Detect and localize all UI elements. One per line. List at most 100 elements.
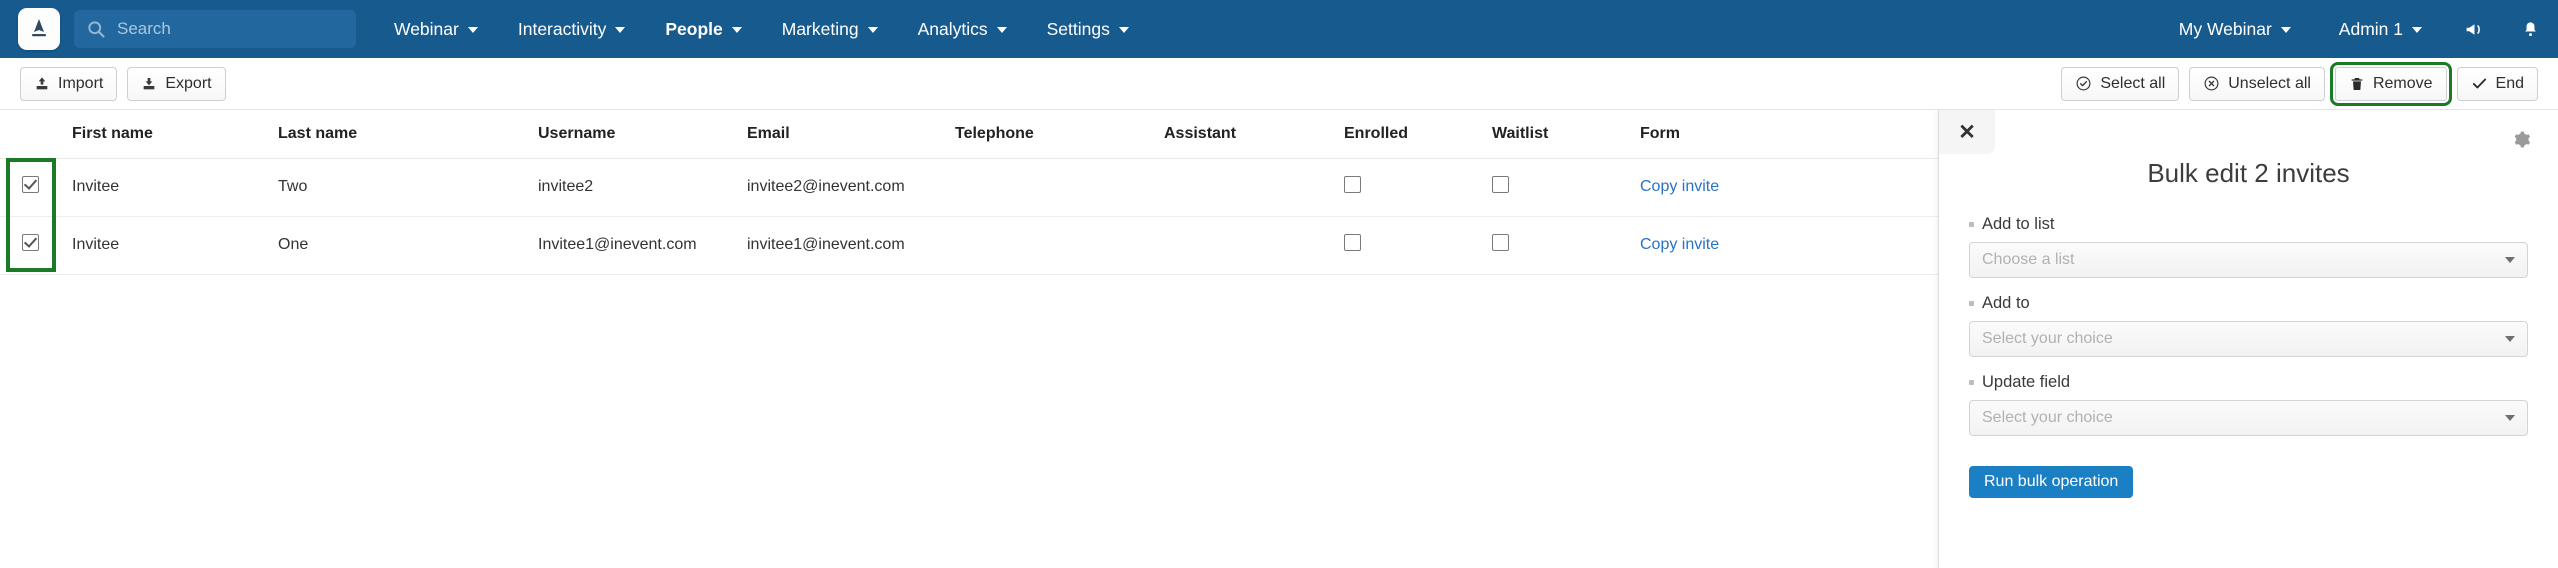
column-header-email[interactable]: Email [747, 110, 955, 159]
field-add-to-list: Add to list Choose a list [1969, 215, 2528, 278]
chevron-down-icon [2505, 336, 2515, 342]
column-header-waitlist[interactable]: Waitlist [1492, 110, 1640, 159]
export-button-label: Export [165, 74, 212, 92]
action-toolbar: Import Export Select all Unselect all Re… [0, 58, 2558, 110]
top-navigation-bar: Webinar Interactivity People Marketing A… [0, 0, 2558, 58]
column-header-enrolled[interactable]: Enrolled [1344, 110, 1492, 159]
trash-icon [2351, 77, 2363, 90]
chevron-down-icon [2505, 257, 2515, 263]
search-input[interactable] [117, 19, 344, 39]
select-all-button[interactable]: Select all [2061, 66, 2180, 101]
column-header-first-name[interactable]: First name [72, 110, 278, 159]
nav-item-analytics[interactable]: Analytics [898, 0, 1027, 58]
end-button-label: End [2495, 74, 2524, 92]
add-to-list-value: Choose a list [1982, 251, 2075, 268]
nav-item-settings[interactable]: Settings [1027, 0, 1149, 58]
cell-waitlist[interactable] [1492, 216, 1640, 275]
nav-label: Settings [1046, 18, 1110, 39]
bullet-icon [1969, 222, 1974, 227]
cell-username: invitee2 [538, 158, 747, 217]
check-circle-icon [2076, 76, 2091, 91]
cell-email: invitee1@inevent.com [747, 216, 955, 275]
chevron-down-icon [615, 27, 626, 33]
panel-title: Bulk edit 2 invites [2147, 158, 2350, 188]
unselect-all-label: Unselect all [2228, 74, 2311, 92]
field-update-field: Update field Select your choice [1969, 373, 2528, 436]
nav-label: Webinar [394, 18, 459, 39]
cell-telephone [955, 158, 1164, 217]
bell-icon[interactable] [2502, 0, 2558, 58]
column-header-assistant[interactable]: Assistant [1164, 110, 1344, 159]
chevron-down-icon [2280, 27, 2291, 33]
enrolled-checkbox[interactable] [1344, 234, 1361, 251]
row-select-cell[interactable] [0, 216, 72, 275]
cell-enrolled[interactable] [1344, 158, 1492, 217]
update-field-label: Update field [1982, 373, 2071, 391]
nav-label: Interactivity [517, 18, 607, 39]
cell-first-name: Invitee [72, 216, 278, 275]
panel-form: Add to list Choose a list Add to Select … [1939, 189, 2558, 498]
unselect-all-button[interactable]: Unselect all [2189, 66, 2325, 101]
chevron-down-icon [467, 27, 478, 33]
nav-item-webinar[interactable]: Webinar [374, 0, 498, 58]
waitlist-checkbox[interactable] [1492, 234, 1509, 251]
search-box[interactable] [74, 10, 356, 48]
update-field-value: Select your choice [1982, 409, 2113, 426]
column-header-select [0, 110, 72, 159]
cell-waitlist[interactable] [1492, 158, 1640, 217]
run-bulk-operation-button[interactable]: Run bulk operation [1969, 466, 2134, 498]
nav-label: Analytics [917, 18, 988, 39]
waitlist-checkbox[interactable] [1492, 176, 1509, 193]
export-button[interactable]: Export [127, 66, 226, 101]
update-field-select[interactable]: Select your choice [1969, 400, 2528, 436]
bullet-icon [1969, 380, 1974, 385]
search-icon [88, 21, 105, 38]
check-icon [2472, 78, 2486, 89]
cell-assistant [1164, 158, 1344, 217]
end-button[interactable]: End [2456, 66, 2538, 101]
cell-last-name: One [278, 216, 538, 275]
cell-first-name: Invitee [72, 158, 278, 217]
cell-email: invitee2@inevent.com [747, 158, 955, 217]
add-to-list-label: Add to list [1982, 215, 2055, 233]
field-label-row: Add to list [1969, 215, 2528, 234]
run-bulk-operation-label: Run bulk operation [1984, 473, 2119, 490]
bulk-edit-panel: ✕ Bulk edit 2 invites Add to list Choose… [1938, 110, 2558, 568]
column-header-telephone[interactable]: Telephone [955, 110, 1164, 159]
row-select-cell[interactable] [0, 158, 72, 217]
enrolled-checkbox[interactable] [1344, 176, 1361, 193]
import-icon [36, 76, 48, 89]
cell-last-name: Two [278, 158, 538, 217]
cell-enrolled[interactable] [1344, 216, 1492, 275]
column-header-last-name[interactable]: Last name [278, 110, 538, 159]
cell-telephone [955, 216, 1164, 275]
gear-icon[interactable] [2504, 122, 2538, 156]
close-icon-glyph: ✕ [1958, 120, 1976, 144]
webinar-selector[interactable]: My Webinar [2155, 0, 2315, 58]
nav-item-people[interactable]: People [645, 0, 761, 58]
webinar-selector-label: My Webinar [2178, 18, 2272, 39]
nav-item-interactivity[interactable]: Interactivity [498, 0, 646, 58]
row-select-checkbox[interactable] [22, 176, 39, 193]
close-icon[interactable]: ✕ [1939, 110, 1995, 154]
nav-item-marketing[interactable]: Marketing [762, 0, 898, 58]
app-logo-icon[interactable] [18, 8, 60, 50]
chevron-down-icon [867, 27, 878, 33]
user-menu-label: Admin 1 [2338, 18, 2403, 39]
remove-button-label: Remove [2372, 74, 2433, 92]
remove-button[interactable]: Remove [2329, 61, 2452, 106]
cell-assistant [1164, 216, 1344, 275]
copy-invite-link[interactable]: Copy invite [1640, 178, 1719, 195]
add-to-select[interactable]: Select your choice [1969, 321, 2528, 357]
select-all-label: Select all [2100, 74, 2166, 92]
add-to-list-select[interactable]: Choose a list [1969, 242, 2528, 278]
user-menu[interactable]: Admin 1 [2315, 0, 2446, 58]
import-button[interactable]: Import [20, 66, 118, 101]
megaphone-icon[interactable] [2446, 0, 2502, 58]
chevron-down-icon [996, 27, 1007, 33]
x-circle-icon [2204, 76, 2219, 91]
column-header-username[interactable]: Username [538, 110, 747, 159]
row-select-checkbox[interactable] [22, 234, 39, 251]
copy-invite-link[interactable]: Copy invite [1640, 236, 1719, 253]
field-label-row: Update field [1969, 373, 2528, 392]
